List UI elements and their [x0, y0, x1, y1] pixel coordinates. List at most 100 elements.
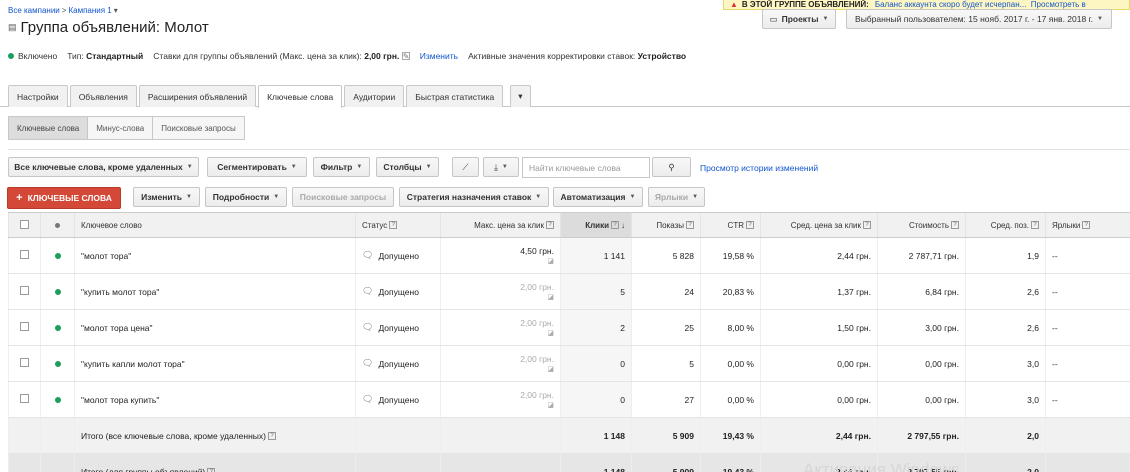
- help-icon[interactable]: ?: [268, 432, 276, 441]
- row-checkbox[interactable]: [20, 358, 29, 367]
- help-icon[interactable]: ?: [207, 468, 216, 472]
- keyword-search-input[interactable]: Найти ключевые слова: [522, 157, 650, 178]
- col-header-max-cpc[interactable]: Макс. цена за клик?: [440, 212, 561, 238]
- banner-view-link[interactable]: Просмотреть в: [1031, 0, 1086, 9]
- date-range-button[interactable]: Выбранный пользователем: 15 нояб. 2017 г…: [846, 9, 1112, 29]
- col-header-keyword[interactable]: Ключевое слово: [74, 212, 356, 238]
- labels-dropdown[interactable]: Ярлыки ▼: [648, 187, 705, 207]
- table-row[interactable]: "молот тора цена" 🗨 Допущено 2,00 грн. ◪ 2 25 8…: [8, 309, 1130, 346]
- help-icon[interactable]: ?: [1082, 221, 1091, 230]
- table-row[interactable]: "купить молот тора" 🗨 Допущено 2,00 грн. ◪ 5 2…: [8, 273, 1130, 310]
- bid-chart-icon[interactable]: ◪: [447, 365, 554, 373]
- chevron-down-icon: ▼: [535, 194, 542, 200]
- breadcrumb-all-campaigns[interactable]: Все кампании: [8, 6, 60, 15]
- speech-bubble-icon[interactable]: 🗨: [362, 286, 373, 297]
- tab-keywords[interactable]: Ключевые слова: [258, 85, 343, 108]
- max-cpc-cell[interactable]: 2,00 грн. ◪: [440, 345, 561, 382]
- keyword-filter-dropdown[interactable]: Все ключевые слова, кроме удаленных ▼: [8, 157, 199, 177]
- keyword-cell[interactable]: "молот тора купить": [74, 381, 356, 418]
- row-checkbox[interactable]: [20, 286, 29, 295]
- total-cost: 2 797,55 грн.: [877, 417, 966, 454]
- max-cpc-cell[interactable]: 4,50 грн. ◪: [440, 237, 561, 274]
- col-header-ctr[interactable]: CTR?: [700, 212, 761, 238]
- table-header-row: Ключевое слово Статус? Макс. цена за кли…: [8, 212, 1130, 238]
- bid-chart-icon[interactable]: ◪: [447, 293, 554, 301]
- banner-message-link[interactable]: Баланс аккаунта скоро будет исчерпан...: [875, 0, 1026, 9]
- edit-link[interactable]: Изменить: [420, 51, 458, 61]
- chevron-down-icon[interactable]: ▾: [114, 6, 118, 15]
- table-row[interactable]: "молот тора купить" 🗨 Допущено 2,00 грн. ◪ 0 2…: [8, 381, 1130, 418]
- projects-button[interactable]: ▭ Проекты ▼: [762, 9, 836, 29]
- help-icon[interactable]: ?: [863, 221, 871, 230]
- more-tabs-chevron-down-icon[interactable]: ▾: [510, 85, 531, 107]
- max-cpc-cell[interactable]: 2,00 грн. ◪: [440, 381, 561, 418]
- tab-settings[interactable]: Настройки: [8, 85, 68, 107]
- col-header-status[interactable]: Статус?: [355, 212, 441, 238]
- keyword-cell[interactable]: "купить капли молот тора": [74, 345, 356, 382]
- col-header-clicks[interactable]: Клики? ↓: [560, 212, 632, 238]
- breadcrumb-campaign[interactable]: Кампания 1: [68, 6, 111, 15]
- select-all-checkbox[interactable]: [20, 219, 29, 229]
- ctr-cell: 19,58 %: [700, 237, 761, 274]
- col-header-avg-pos[interactable]: Сред. поз.?: [965, 212, 1046, 238]
- help-icon[interactable]: ?: [389, 221, 398, 230]
- max-cpc-cell[interactable]: 2,00 грн. ◪: [440, 309, 561, 346]
- table-row[interactable]: "молот тора" 🗨 Допущено 4,50 грн. ◪ 1 141 5 82…: [8, 237, 1130, 274]
- help-icon[interactable]: ?: [546, 221, 554, 230]
- help-icon[interactable]: ?: [1031, 221, 1039, 230]
- speech-bubble-icon[interactable]: 🗨: [362, 394, 373, 405]
- columns-dropdown[interactable]: Столбцы ▼: [376, 157, 439, 177]
- edit-pencil-icon[interactable]: ✎: [401, 52, 410, 61]
- row-checkbox[interactable]: [20, 250, 29, 259]
- subtab-negative-keywords[interactable]: Минус-слова: [88, 117, 154, 139]
- total-clicks: 1 148: [560, 417, 632, 454]
- col-header-impressions[interactable]: Показы?: [631, 212, 701, 238]
- tab-audiences[interactable]: Аудитории: [344, 85, 405, 107]
- tab-quick-stats[interactable]: Быстрая статистика: [406, 85, 504, 107]
- table-row[interactable]: "купить капли молот тора" 🗨 Допущено 2,00 г…: [8, 345, 1130, 382]
- subtab-keywords[interactable]: Ключевые слова: [9, 117, 89, 139]
- speech-bubble-icon[interactable]: 🗨: [362, 358, 373, 369]
- help-icon[interactable]: ?: [611, 221, 619, 230]
- help-icon[interactable]: ?: [951, 221, 959, 230]
- chevron-down-icon: ▼: [290, 164, 297, 170]
- tab-ads[interactable]: Объявления: [69, 85, 137, 107]
- max-cpc-cell[interactable]: 2,00 грн. ◪: [440, 273, 561, 310]
- bid-chart-icon[interactable]: ◪: [447, 329, 554, 337]
- max-cpc-value: 2,00 грн.: [520, 282, 554, 292]
- status-cell: 🗨 Допущено: [355, 273, 441, 310]
- speech-bubble-icon[interactable]: 🗨: [362, 250, 373, 261]
- subtab-search-terms[interactable]: Поисковые запросы: [153, 117, 244, 139]
- segment-dropdown[interactable]: Сегментировать ▼: [207, 157, 307, 177]
- details-dropdown[interactable]: Подробности ▼: [205, 187, 287, 207]
- col-header-cost[interactable]: Стоимость?: [877, 212, 966, 238]
- bid-chart-icon[interactable]: ◪: [447, 257, 554, 265]
- max-cpc-value: 2,00 грн.: [520, 390, 554, 400]
- col-header-labels[interactable]: Ярлыки?: [1045, 212, 1130, 238]
- speech-bubble-icon[interactable]: 🗨: [362, 322, 373, 333]
- avg-cpc-cell: 0,00 грн.: [760, 345, 878, 382]
- tab-ad-extensions[interactable]: Расширения объявлений: [138, 85, 257, 107]
- keyword-cell[interactable]: "молот тора": [74, 237, 356, 274]
- help-icon[interactable]: ?: [746, 221, 754, 230]
- bid-chart-icon[interactable]: ◪: [447, 401, 554, 409]
- chart-toggle-button[interactable]: ⟋: [452, 157, 479, 177]
- add-keywords-button[interactable]: + КЛЮЧЕВЫЕ СЛОВА: [7, 187, 121, 209]
- change-history-link[interactable]: Просмотр истории изменений: [700, 163, 818, 173]
- enabled-status-dot: [54, 288, 61, 295]
- keyword-cell[interactable]: "молот тора цена": [74, 309, 356, 346]
- row-checkbox[interactable]: [20, 322, 29, 331]
- clicks-cell: 5: [560, 273, 632, 310]
- automation-dropdown[interactable]: Автоматизация ▼: [553, 187, 643, 207]
- filter-dropdown[interactable]: Фильтр ▼: [313, 157, 370, 177]
- bid-strategy-dropdown[interactable]: Стратегия назначения ставок ▼: [399, 187, 549, 207]
- search-terms-button[interactable]: Поисковые запросы: [292, 187, 394, 207]
- search-button[interactable]: ⚲: [652, 157, 691, 177]
- row-checkbox[interactable]: [20, 394, 29, 403]
- edit-dropdown[interactable]: Изменить ▼: [133, 187, 200, 207]
- help-icon[interactable]: ?: [686, 221, 694, 230]
- folder-icon: ▭: [769, 13, 778, 24]
- keyword-cell[interactable]: "купить молот тора": [74, 273, 356, 310]
- download-button[interactable]: ⤓ ▼: [483, 157, 519, 177]
- col-header-avg-cpc[interactable]: Сред. цена за клик?: [760, 212, 878, 238]
